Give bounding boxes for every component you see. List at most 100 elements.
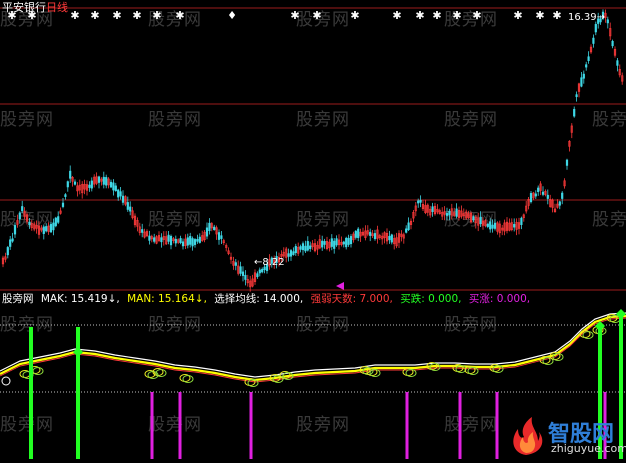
indicator-name: 股旁网 (2, 293, 34, 305)
strength-days-value: 强弱天数: 7.000, (310, 293, 393, 305)
candle-body (45, 226, 48, 232)
mak-line (0, 312, 626, 378)
price-chart-canvas[interactable]: ✱ ✱ ✱ ✱ ✱ ✱ ✱ ✱ ✱ ✱ ✱ ✱ ✱ ✱ ✱ ✱ ✱ ✱ ✱♦ (0, 0, 626, 463)
star-marker: ✱ (112, 9, 121, 22)
candle-body (575, 94, 578, 98)
ma-select-value: 选择均线: 14.000, (214, 293, 304, 305)
candle-body (213, 226, 216, 230)
candle-body (388, 235, 391, 241)
sell-signal-bar (249, 392, 253, 459)
candle-body (546, 194, 549, 199)
candle-body (167, 234, 170, 242)
candle-body (299, 246, 302, 250)
candle-body (342, 241, 345, 245)
candle-body (148, 235, 151, 241)
candle-body (105, 177, 108, 186)
candle-body (261, 268, 264, 273)
star-marker: ✱ (290, 9, 299, 22)
flame-icon (513, 417, 543, 455)
candle-body (479, 216, 482, 225)
candle-body (73, 181, 77, 185)
candle-body (258, 269, 261, 274)
candle-body (405, 228, 408, 233)
candle-body (196, 239, 199, 242)
candle-body (21, 206, 24, 212)
sell-signal-bar (458, 392, 462, 459)
period-label[interactable]: 日线 (46, 1, 68, 14)
signal-circle (405, 369, 417, 377)
indicator-header[interactable]: 股旁网 MAK: 15.419↓, MAN: 15.164↓, 选择均线: 14… (2, 293, 534, 306)
candle-body (321, 240, 324, 248)
candle-body (121, 195, 125, 203)
candle-body (369, 231, 372, 236)
candle-body (417, 200, 420, 204)
candle-body (191, 238, 194, 247)
diamond-marker: ♦ (227, 9, 237, 22)
candle-body (129, 206, 132, 212)
candle-body (354, 230, 357, 238)
star-marker: ✱ (175, 9, 184, 22)
candle-body (455, 208, 458, 217)
candle-body (304, 245, 307, 252)
candle-body (241, 271, 245, 276)
candle-body (330, 238, 333, 247)
candle-body (347, 237, 350, 245)
buy-drop-value: 买跌: 0.000, (400, 293, 462, 305)
candle-body (28, 222, 31, 225)
site-logo: 智股网 zhiguyue.com (504, 415, 626, 459)
candle-body (102, 176, 105, 185)
star-marker: ✱ (552, 9, 561, 22)
candle-body (109, 181, 113, 188)
candle-body (309, 245, 312, 249)
star-marker: ✱ (312, 9, 321, 22)
candle-body (88, 184, 91, 188)
signal-diamond (73, 347, 83, 357)
chart-title: 平安银行日线 (2, 1, 68, 14)
candle-body (587, 56, 590, 61)
star-marker: ✱ (350, 9, 359, 22)
candle-body (11, 238, 14, 242)
candle-body (66, 181, 69, 188)
pointer-marker (336, 282, 344, 290)
candle-body (486, 223, 489, 227)
candle-body (357, 228, 360, 239)
star-marker: ✱ (432, 9, 441, 22)
candle-body (373, 233, 377, 240)
candle-body (294, 246, 297, 254)
candle-body (529, 193, 533, 203)
star-marker: ✱ (90, 9, 99, 22)
logo-url: zhiguyue.com (551, 442, 626, 455)
star-marker: ✱ (152, 9, 161, 22)
candle-body (349, 236, 353, 245)
candle-body (289, 250, 293, 257)
candle-body (611, 40, 614, 47)
candle-body (489, 221, 492, 230)
star-marker: ✱ (392, 9, 401, 22)
candle-body (606, 19, 609, 24)
high-price-annotation: 16.39→ (568, 11, 605, 24)
signal-circle (369, 369, 381, 377)
candle-body (513, 224, 516, 228)
candle-body (217, 232, 221, 240)
candle-body (292, 251, 295, 255)
candle-body (52, 222, 55, 231)
kline-chart-window[interactable]: 股旁网 股旁网 股旁网 股旁网 股旁网 股旁网 股旁网 股旁网 股旁网 股旁网 … (0, 0, 626, 463)
candle-body (616, 60, 619, 66)
candle-body (126, 202, 129, 210)
candle-body (573, 108, 576, 117)
candle-body (287, 253, 290, 257)
candle-body (179, 238, 182, 244)
signal-circle (182, 375, 194, 383)
candle-body (491, 224, 494, 229)
buy-signal-bar (29, 327, 33, 459)
candle-body (580, 77, 583, 87)
candle-body (69, 170, 72, 179)
candle-body (335, 238, 338, 246)
signal-circle (32, 367, 44, 375)
sell-signal-bar (405, 392, 409, 459)
candle-body (13, 225, 17, 235)
candle-body (174, 238, 177, 244)
candle-body (407, 222, 410, 231)
star-marker: ✱ (472, 9, 481, 22)
candle-body (534, 193, 537, 197)
